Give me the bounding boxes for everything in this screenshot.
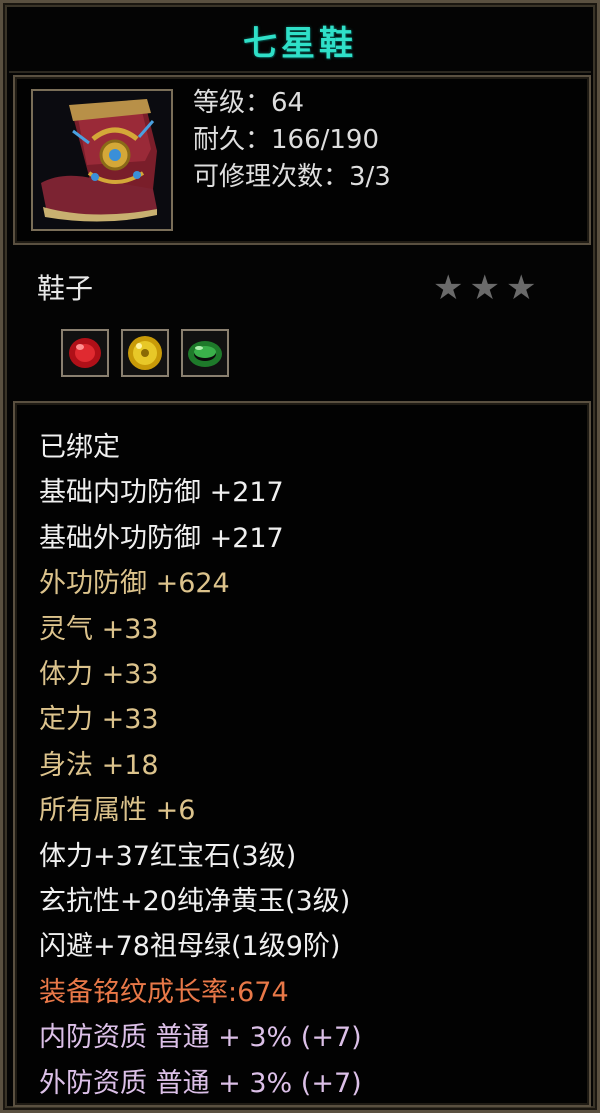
item-stats-list: 已绑定基础内功防御 +217 基础外功防御 +217 外功防御 +624 灵气 +33… <box>39 425 362 1106</box>
item-info: 等级：64 耐久：166/190 可修理次数：3/3 <box>193 85 391 196</box>
boot-icon <box>33 91 171 229</box>
item-header-panel: 等级：64 耐久：166/190 可修理次数：3/3 <box>13 75 591 245</box>
star-icon: ★ <box>505 268 537 308</box>
emerald-gem-icon <box>188 341 222 367</box>
stat-line: 基础内功防御 +217 <box>39 477 284 509</box>
stat-line: 外防资质 普通 + 3% (+7) <box>39 1067 362 1099</box>
stat-line: 身法 +18 <box>39 749 159 781</box>
star-icon: ★ <box>469 268 500 308</box>
stat-line: 所有属性 +6 <box>39 795 196 827</box>
item-repair-count: 可修理次数：3/3 <box>193 162 391 192</box>
tooltip-title-bar: 七星鞋 <box>9 9 591 73</box>
item-level: 等级：64 <box>193 88 305 118</box>
stat-line: 体力+37红宝石(3级) <box>39 840 297 872</box>
stat-line: 外功防御 +624 <box>39 568 230 600</box>
stat-line: 已绑定 <box>39 432 120 463</box>
gem-slot-emerald[interactable] <box>181 329 229 377</box>
ruby-gem-icon <box>69 338 101 368</box>
item-type: 鞋子 <box>37 272 94 305</box>
gem-sockets <box>61 329 229 377</box>
stat-line: 基础外功防御 +217 <box>39 522 284 554</box>
star-rating: ★ ★ ★ <box>433 271 536 305</box>
stat-line: 体力 +33 <box>39 659 159 691</box>
item-durability: 耐久：166/190 <box>193 125 380 155</box>
item-name: 七星鞋 <box>243 23 357 64</box>
stat-line: 内防资质 普通 + 3% (+7) <box>39 1022 362 1054</box>
item-tooltip: 七星鞋 等级：64 耐久：166/190 可修理次数：3/3 鞋子 ★ ★ ★ … <box>0 0 600 1113</box>
item-stats-panel: 已绑定基础内功防御 +217 基础外功防御 +217 外功防御 +624 灵气 +33… <box>13 401 591 1107</box>
stat-line: 装备铭纹成长率:674 <box>39 976 289 1008</box>
stat-line: 玄抗性+20纯净黄玉(3级) <box>39 886 351 918</box>
stat-line: 定力 +33 <box>39 704 159 736</box>
yellow-jade-gem-icon <box>128 336 162 370</box>
star-icon: ★ <box>433 268 464 308</box>
gem-slot-yellow-jade[interactable] <box>121 329 169 377</box>
item-icon-frame[interactable] <box>31 89 173 231</box>
stat-line: 灵气 +33 <box>39 613 159 645</box>
gem-slot-ruby[interactable] <box>61 329 109 377</box>
stat-line: 闪避+78祖母绿(1级9阶) <box>39 931 341 963</box>
